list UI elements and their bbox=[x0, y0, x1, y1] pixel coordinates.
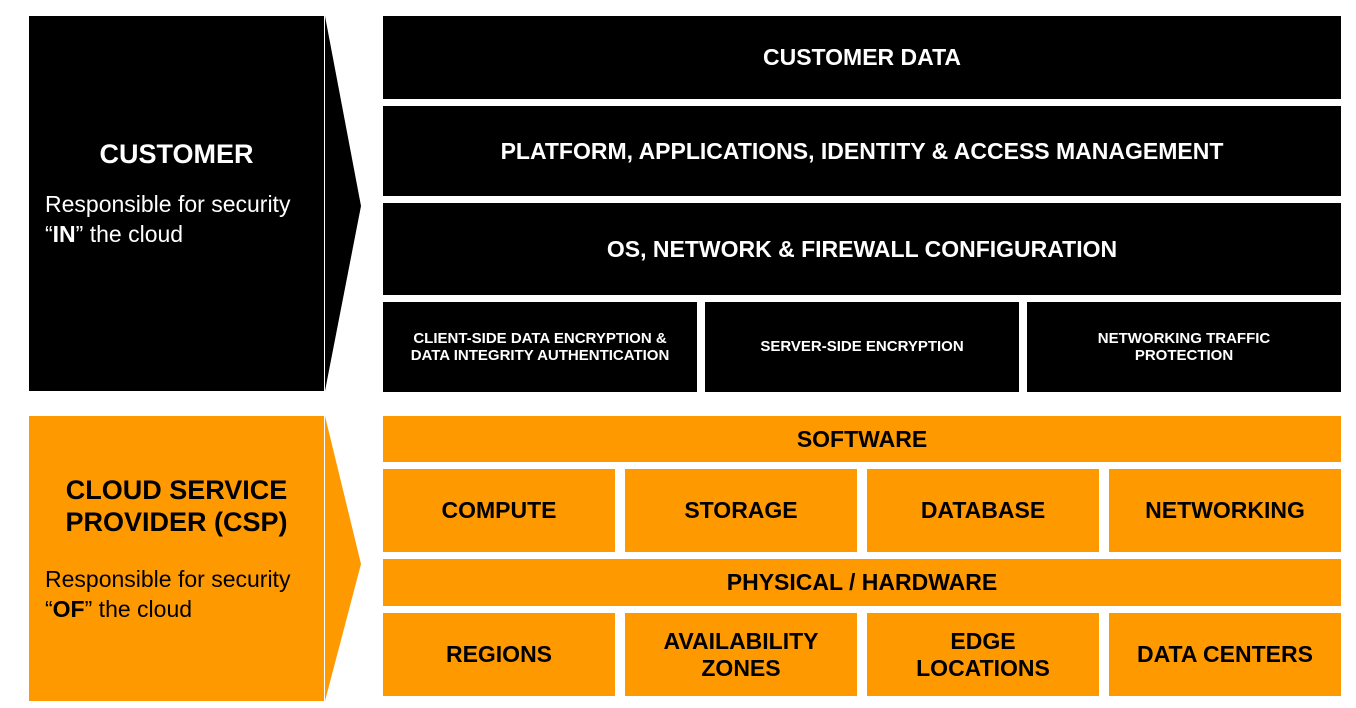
customer-title: CUSTOMER bbox=[99, 139, 254, 169]
infra-data-centers: DATA CENTERS bbox=[1109, 613, 1341, 696]
server-side-encryption: SERVER-SIDE ENCRYPTION bbox=[705, 302, 1019, 392]
network-traffic-protection: NETWORKING TRAFFIC PROTECTION bbox=[1027, 302, 1341, 392]
layer-customer-data: CUSTOMER DATA bbox=[383, 16, 1341, 99]
customer-description: Responsible for security “IN” the cloud bbox=[45, 191, 291, 248]
infra-availability-zones: AVAILABILITY ZONES bbox=[625, 613, 857, 696]
layer-platform-iam: PLATFORM, APPLICATIONS, IDENTITY & ACCES… bbox=[383, 106, 1341, 196]
service-database: DATABASE bbox=[867, 469, 1099, 552]
csp-software: SOFTWARE bbox=[383, 416, 1341, 462]
csp-description: Responsible for security “OF” the cloud bbox=[45, 565, 291, 622]
client-side-encryption: CLIENT-SIDE DATA ENCRYPTION & DATA INTEG… bbox=[383, 302, 697, 392]
csp-arrow bbox=[325, 416, 361, 701]
layer-os-network: OS, NETWORK & FIREWALL CONFIGURATION bbox=[383, 203, 1341, 295]
csp-title: CLOUD SERVICE PROVIDER (CSP) bbox=[65, 475, 288, 538]
customer-panel: CUSTOMER Responsible for security “IN” t… bbox=[29, 16, 324, 391]
csp-panel: CLOUD SERVICE PROVIDER (CSP) Responsible… bbox=[29, 416, 324, 701]
csp-hardware: PHYSICAL / HARDWARE bbox=[383, 559, 1341, 606]
infra-regions: REGIONS bbox=[383, 613, 615, 696]
infra-edge-locations: EDGE LOCATIONS bbox=[867, 613, 1099, 696]
customer-arrow bbox=[325, 16, 361, 391]
service-networking: NETWORKING bbox=[1109, 469, 1341, 552]
service-compute: COMPUTE bbox=[383, 469, 615, 552]
service-storage: STORAGE bbox=[625, 469, 857, 552]
